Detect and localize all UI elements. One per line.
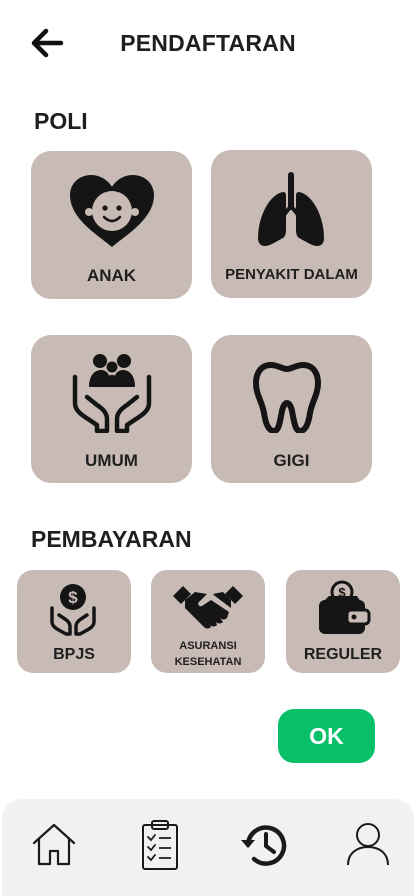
pay-label-asuransi-kesehatan: ASURANSI KESEHATAN — [151, 638, 265, 670]
bottom-nav — [2, 799, 414, 896]
history-icon — [241, 825, 287, 866]
ok-button[interactable]: OK — [278, 709, 375, 763]
poli-label-umum: UMUM — [85, 451, 138, 470]
home-icon — [32, 823, 76, 866]
poli-card-anak[interactable]: ANAK — [31, 151, 192, 299]
pay-label-kesehatan: KESEHATAN — [174, 656, 242, 668]
family-hands-icon — [72, 354, 152, 433]
section-title-poli: POLI — [34, 108, 88, 134]
poli-card-gigi[interactable]: GIGI — [211, 335, 372, 483]
pay-card-bpjs[interactable]: $ BPJS — [17, 570, 131, 673]
section-title-pembayaran: PEMBAYARAN — [31, 526, 192, 552]
money-hands-icon: $ — [50, 584, 96, 636]
lungs-icon — [258, 172, 324, 246]
svg-text:$: $ — [68, 588, 78, 607]
pay-label-asuransi: ASURANSI — [179, 640, 237, 652]
user-icon — [347, 823, 389, 866]
poli-label-anak: ANAK — [86, 266, 137, 285]
pay-card-asuransi-kesehatan[interactable]: ASURANSI KESEHATAN — [151, 570, 265, 673]
pay-card-reguler[interactable]: $ REGULER — [286, 570, 400, 673]
pay-label-bpjs: BPJS — [53, 646, 95, 663]
nav-profile-button[interactable] — [342, 819, 394, 871]
header: PENDAFTARAN — [0, 0, 414, 90]
pay-label-reguler: REGULER — [303, 646, 383, 663]
poli-label-gigi: GIGI — [273, 451, 310, 470]
nav-home-button[interactable] — [28, 819, 80, 871]
handshake-icon — [173, 586, 243, 629]
page-title: PENDAFTARAN — [120, 30, 296, 56]
poli-label-penyakit-dalam: PENYAKIT DALAM — [225, 266, 358, 283]
clipboard-checklist-icon — [142, 820, 178, 870]
nav-registration-button[interactable] — [134, 819, 186, 871]
poli-card-penyakit-dalam[interactable]: PENYAKIT DALAM — [211, 150, 372, 298]
poli-card-umum[interactable]: UMUM — [31, 335, 192, 483]
tooth-icon — [253, 362, 321, 433]
child-heart-icon — [70, 175, 154, 247]
wallet-icon: $ — [319, 580, 371, 634]
nav-history-button[interactable] — [238, 819, 290, 871]
